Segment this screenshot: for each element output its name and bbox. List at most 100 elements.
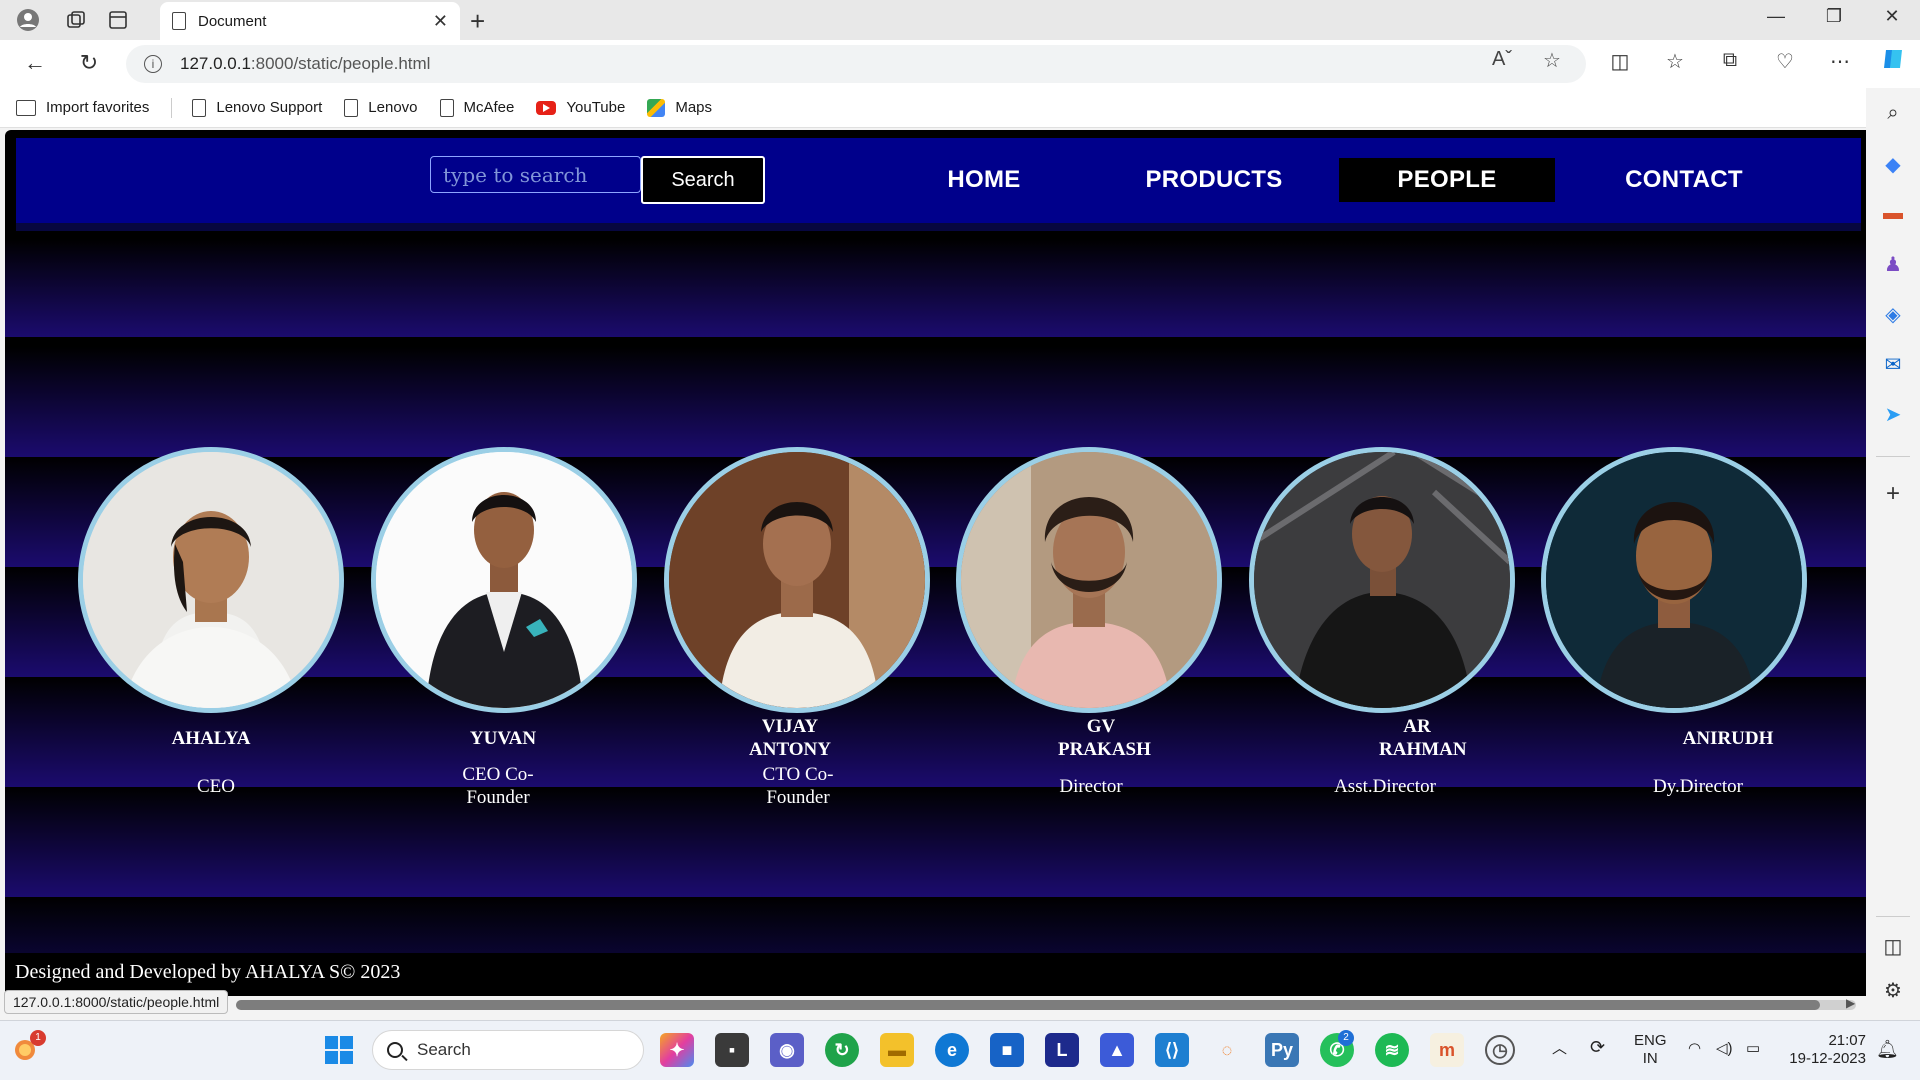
shopping-tag-icon[interactable]: ◆ [1866, 152, 1920, 177]
divider [171, 97, 173, 118]
scrollbar-thumb[interactable] [236, 1000, 1820, 1010]
nav-contact[interactable]: CONTACT [1594, 158, 1774, 202]
address-field[interactable]: i 127.0.0.1:8000/static/people.html [126, 45, 1586, 83]
vscode-icon[interactable]: ⟨⟩ [1155, 1033, 1189, 1067]
refresh-icon[interactable]: ↻ [74, 50, 104, 76]
clock[interactable]: 21:07 19-12-2023 [1784, 1032, 1866, 1068]
language-code: ENG [1634, 1032, 1667, 1049]
browser-essentials-icon[interactable]: ♡ [1770, 49, 1800, 74]
add-sidebar-app-icon[interactable]: + [1866, 480, 1920, 508]
document-icon [172, 12, 186, 30]
person-name: ANIRUDH [1682, 728, 1774, 749]
split-screen-icon[interactable]: ◫ [1605, 49, 1635, 74]
favorite-star-icon[interactable]: ☆ [1543, 48, 1561, 73]
favorite-label: Lenovo Support [216, 99, 323, 116]
favorites-icon[interactable]: ☆ [1660, 49, 1690, 74]
volume-icon[interactable]: ◁) [1716, 1040, 1733, 1058]
nav-products[interactable]: PRODUCTS [1124, 158, 1304, 202]
person-photo [371, 447, 637, 713]
status-url: 127.0.0.1:8000/static/people.html [4, 990, 229, 1014]
favorite-mcafee[interactable]: McAfee [439, 98, 514, 117]
edge-browser-icon[interactable]: e [935, 1033, 969, 1067]
taskbar-search[interactable]: Search [372, 1030, 644, 1070]
search-icon[interactable]: ⌕ [1866, 102, 1920, 125]
read-aloud-icon[interactable]: Aˇ [1492, 48, 1512, 71]
show-hidden-icons[interactable]: ︿ [1552, 1040, 1567, 1058]
restore-icon[interactable]: ❐ [1820, 6, 1848, 27]
nav-people[interactable]: PEOPLE [1339, 158, 1555, 202]
profile-icon[interactable] [14, 6, 42, 34]
back-icon[interactable]: ← [20, 50, 50, 76]
divider [1876, 456, 1910, 457]
minimize-icon[interactable]: — [1762, 6, 1790, 27]
python-icon[interactable]: Py [1265, 1033, 1299, 1067]
favorite-lenovo[interactable]: Lenovo [344, 98, 418, 117]
workspaces-icon[interactable] [62, 6, 90, 34]
lenovo-vantage-icon[interactable]: L [1045, 1033, 1079, 1067]
person-photo [1541, 447, 1807, 713]
nav-home[interactable]: HOME [914, 158, 1054, 202]
sync-icon[interactable]: ⟳ [1590, 1038, 1605, 1056]
favorite-maps[interactable]: Maps [647, 98, 712, 117]
favorite-lenovo-support[interactable]: Lenovo Support [192, 98, 323, 117]
favorite-label: YouTube [566, 99, 626, 116]
favorite-label: Import favorites [46, 99, 150, 116]
games-icon[interactable]: ♟ [1866, 252, 1920, 277]
hide-sidebar-icon[interactable]: ◫ [1866, 934, 1920, 959]
collections-icon[interactable]: ⧉ [1715, 49, 1745, 72]
file-explorer-icon[interactable]: ▬ [880, 1033, 914, 1067]
outlook-icon[interactable]: ✉ [1866, 352, 1920, 377]
person-role: CEO Co-Founder [462, 764, 534, 808]
notification-bell-icon[interactable]: 🔔︎ [1876, 1040, 1899, 1058]
settings-gear-icon[interactable]: ⚙ [1866, 978, 1920, 1003]
jupyter-icon[interactable]: ◌ [1210, 1033, 1244, 1067]
favorite-label: Lenovo [368, 99, 418, 116]
person-name: VIJAY ANTONY [749, 716, 831, 760]
search-input[interactable] [430, 156, 641, 193]
background-band [5, 347, 1866, 457]
teams-chat-icon[interactable]: ◉ [770, 1033, 804, 1067]
browser-tab-active[interactable]: Document ✕ [160, 2, 460, 40]
send-icon[interactable]: ➤ [1866, 402, 1920, 427]
site-navbar: Search HOME PRODUCTS PEOPLE CONTACT [16, 138, 1861, 231]
copilot-preview-icon[interactable]: ✦ [660, 1033, 694, 1067]
microsoft-store-icon[interactable]: ■ [990, 1033, 1024, 1067]
footer-credit: Designed and Developed by AHALYA S© 2023 [15, 961, 401, 983]
language-indicator[interactable]: ENG IN [1634, 1032, 1667, 1068]
refresh-app-icon[interactable]: ↻ [825, 1033, 859, 1067]
search-icon [387, 1042, 403, 1058]
search-button[interactable]: Search [641, 156, 765, 204]
scroll-right-icon[interactable]: ▶ [1846, 996, 1855, 1010]
page-icon [439, 98, 454, 117]
favorite-import[interactable]: Import favorites [16, 99, 149, 116]
clock-app-icon[interactable]: ◷ [1485, 1035, 1515, 1065]
person-role: CTO Co-Founder [762, 764, 834, 808]
moodle-icon[interactable]: m [1430, 1033, 1464, 1067]
terminal-icon[interactable]: ▪ [715, 1033, 749, 1067]
person-photo [664, 447, 930, 713]
person-card [664, 447, 930, 713]
new-tab-icon[interactable]: + [470, 6, 485, 37]
more-menu-icon[interactable]: ⋯ [1825, 49, 1855, 74]
edge-sidebar: ⌕ ◆ ▬ ♟ ◈ ✉ ➤ + ◫ ⚙ [1866, 88, 1920, 1008]
start-windows-icon[interactable] [322, 1033, 356, 1067]
microsoft-365-icon[interactable]: ◈ [1866, 302, 1920, 327]
site-info-icon[interactable]: i [144, 55, 162, 73]
close-tab-icon[interactable]: ✕ [433, 11, 448, 32]
copilot-icon[interactable] [1878, 46, 1908, 78]
spotify-icon[interactable]: ≋ [1375, 1033, 1409, 1067]
url-host: 127.0.0.1 [180, 54, 251, 73]
tab-actions-icon[interactable] [104, 6, 132, 34]
person-card [371, 447, 637, 713]
person-role: Dy.Director [1652, 776, 1744, 797]
battery-icon[interactable]: ▭ [1746, 1040, 1760, 1058]
close-window-icon[interactable]: ✕ [1878, 6, 1906, 27]
favorite-youtube[interactable]: YouTube [536, 99, 625, 116]
notification-badge: 1 [30, 1030, 46, 1046]
person-role: CEO [197, 776, 235, 797]
person-card [1249, 447, 1515, 713]
favorites-bar: Import favorites Lenovo Support Lenovo M… [0, 88, 1920, 128]
wifi-icon[interactable]: ◠ [1688, 1040, 1701, 1058]
atlassian-icon[interactable]: ▲ [1100, 1033, 1134, 1067]
tools-briefcase-icon[interactable]: ▬ [1866, 202, 1920, 225]
